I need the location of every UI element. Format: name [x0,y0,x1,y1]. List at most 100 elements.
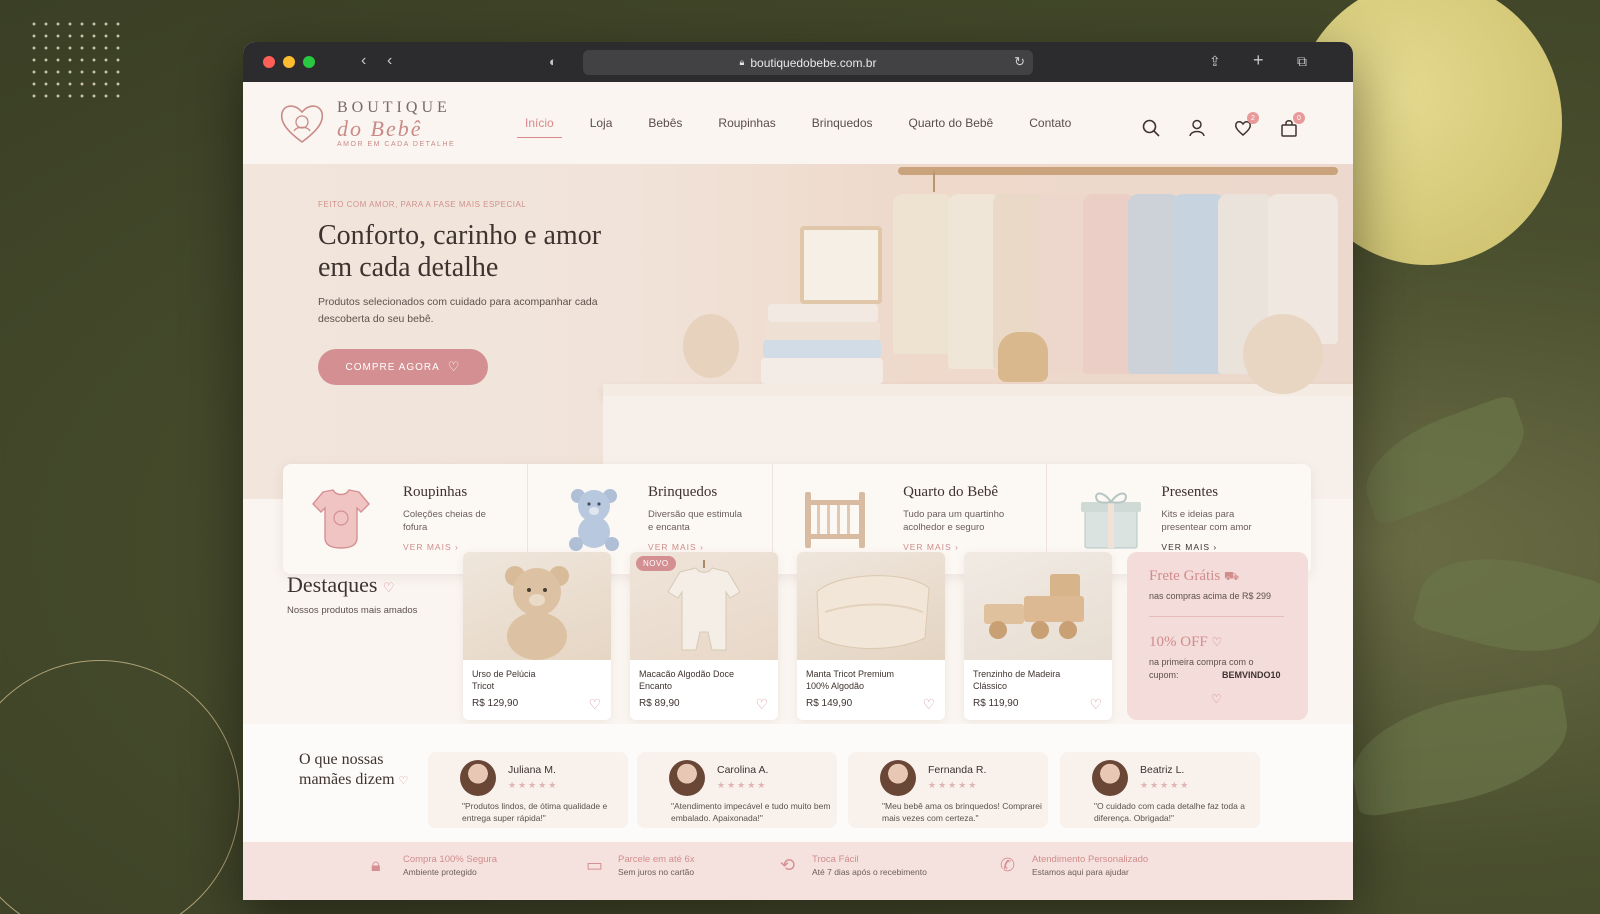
gift-icon [1081,492,1142,549]
new-tab-icon[interactable]: + [1253,50,1264,71]
product-card[interactable]: Urso de Pelúcia Tricot R$ 129,90 ♡ [463,552,611,720]
card-icon: ▭ [586,855,604,875]
brand-logo[interactable]: BOUTIQUE do Bebê AMOR EM CADA DETALHE [277,98,455,148]
rating-stars: ★★★★★ [1140,780,1191,790]
testimonial-card: Carolina A. ★★★★★ "Atendimento impecável… [637,752,837,828]
address-bar[interactable]: 🔒︎ boutiquedobebe.com.br ↻ [583,50,1033,75]
close-window-button[interactable] [263,56,275,68]
cart-button[interactable]: 0 [1279,112,1305,138]
category-more-link[interactable]: VER MAIS › [648,542,704,552]
phone-icon: ✆ [1000,855,1016,875]
nav-item-inicio[interactable]: Início [517,116,562,138]
new-badge: NOVO [636,556,676,571]
feature-title: Parcele em até 6x [618,854,695,865]
testimonials-section: O que nossas mamães dizem ♡ Juliana M. ★… [243,724,1353,842]
product-card[interactable]: Manta Tricot Premium 100% Algodão R$ 149… [797,552,945,720]
favorite-heart-icon[interactable]: ♡ [588,696,601,713]
category-title: Roupinhas [403,484,468,500]
site-header: BOUTIQUE do Bebê AMOR EM CADA DETALHE In… [243,82,1353,164]
category-more-link[interactable]: VER MAIS › [903,542,959,552]
hero-title: Conforto, carinho e amor em cada detalhe [318,220,602,283]
tabs-overview-icon[interactable]: ⧉ [1297,53,1307,70]
brand-line2: do Bebê [337,115,423,141]
favorite-heart-icon[interactable]: ♡ [1089,696,1102,713]
testimonial-quote: "Produtos lindos, de ótima qualidade e e… [462,801,608,823]
decor-dots [28,18,128,100]
rating-stars: ★★★★★ [508,780,559,790]
lock-icon: 🔒︎ [371,855,381,875]
nav-item-bebes[interactable]: Bebês [648,116,682,130]
blanket-image [816,575,930,649]
decor-leaf [1351,393,1539,527]
category-more-link[interactable]: VER MAIS › [1161,542,1217,552]
testimonial-card: Fernanda R. ★★★★★ "Meu bebê ama os brinq… [848,752,1048,828]
nav-item-loja[interactable]: Loja [590,116,613,130]
nav-item-brinquedos[interactable]: Brinquedos [812,116,873,130]
reload-icon[interactable]: ↻ [1014,54,1025,70]
nav-item-quarto[interactable]: Quarto do Bebê [909,116,994,130]
brand-tagline: AMOR EM CADA DETALHE [337,140,456,148]
heart-icon: ♡ [447,359,461,374]
category-desc: Kits e ideias para presentear com amor [1161,509,1252,533]
search-icon[interactable] [1141,118,1161,138]
wishlist-button[interactable]: 2 [1233,112,1259,138]
decor-leaf [1342,681,1578,819]
feature-subtitle: Ambiente protegido [403,867,477,877]
coupon-code[interactable]: BEMVINDO10 [1222,669,1281,682]
product-price: R$ 89,90 [639,698,680,709]
heart-logo-icon [280,105,324,143]
favorite-heart-icon[interactable]: ♡ [755,696,768,713]
maximize-window-button[interactable] [303,56,315,68]
feature-title: Atendimento Personalizado [1032,854,1149,865]
bear-toy [683,314,739,378]
decor-leaf [1411,538,1600,672]
share-icon[interactable]: ⇪ [1209,53,1221,70]
product-name: Macacão Algodão Doce Encanto [639,669,735,691]
minimize-window-button[interactable] [283,56,295,68]
avatar [460,760,496,796]
teddy-bear-image [505,566,569,660]
avatar [880,760,916,796]
favorite-heart-icon[interactable]: ♡ [922,696,935,713]
back-icon[interactable]: ‹ [361,52,366,70]
category-title: Brinquedos [648,484,718,500]
testimonial-card: Beatriz L. ★★★★★ "O cuidado com cada det… [1060,752,1260,828]
exchange-icon: ⟲ [780,855,796,875]
account-icon[interactable] [1187,118,1207,138]
testimonials-title-text: O que nossas mamães dizem [299,751,395,788]
discount-title: 10% OFF ♡ [1149,634,1222,651]
promo-card: Frete Grátis ⛟ nas compras acima de R$ 2… [1127,552,1308,720]
crib-icon [805,492,866,548]
discount-title-text: 10% OFF [1149,634,1208,650]
highlights-title-text: Destaques [287,572,378,597]
towel-stack [765,322,880,340]
product-name: Trenzinho de Madeira Clássico [973,669,1061,691]
shop-now-button[interactable]: COMPRE AGORA ♡ [318,349,488,385]
nav-item-roupinhas[interactable]: Roupinhas [718,116,775,130]
wishlist-count-badge: 2 [1247,112,1259,124]
browser-toolbar: ‹ ‹ ◐ 🔒︎ boutiquedobebe.com.br ↻ ⇪ + ⧉ [243,42,1353,82]
testimonial-card: Juliana M. ★★★★★ "Produtos lindos, de ót… [428,752,628,828]
nav-item-contato[interactable]: Contato [1029,116,1071,130]
product-card[interactable]: NOVO Macacão Algodão Doce Encanto R$ 89,… [630,552,778,720]
testimonial-name: Fernanda R. [928,764,987,776]
category-more-link[interactable]: VER MAIS › [403,542,459,552]
testimonial-name: Juliana M. [508,764,556,776]
cart-count-badge: 0 [1293,112,1305,124]
hero-eyebrow: FEITO COM AMOR, PARA A FASE MAIS ESPECIA… [318,200,527,209]
product-image [463,552,611,660]
features-bar: 🔒︎ Compra 100% Segura Ambiente protegido… [243,842,1353,900]
stacking-toy [998,332,1048,382]
bear-toy [1243,314,1323,394]
category-title: Presentes [1161,484,1219,500]
product-name: Manta Tricot Premium 100% Algodão [806,669,895,691]
product-price: R$ 129,90 [472,698,519,709]
garment [893,194,953,354]
clothes-rail [898,167,1338,175]
product-card[interactable]: Trenzinho de Madeira Clássico R$ 119,90 … [964,552,1112,720]
shield-icon[interactable]: ◐ [549,54,557,69]
testimonial-name: Beatriz L. [1140,764,1185,776]
wooden-train-image [984,574,1084,639]
forward-icon[interactable]: ‹ [387,52,392,70]
highlights-title: Destaques ♡ [287,572,395,598]
